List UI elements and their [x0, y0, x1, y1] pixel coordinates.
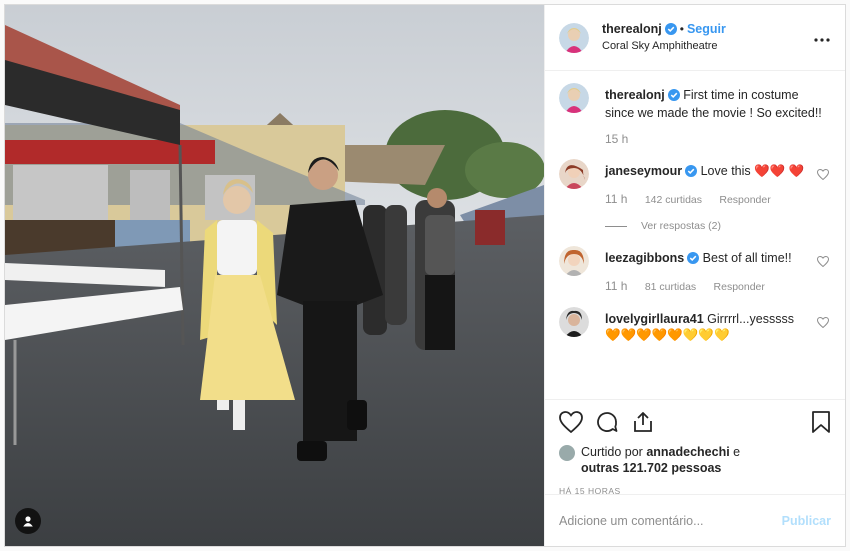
- caption: therealonj First time in costume since w…: [559, 83, 831, 147]
- comment-input[interactable]: Adicione um comentário...: [559, 514, 782, 528]
- post-header: therealonj • Seguir Coral Sky Amphitheatre: [545, 5, 845, 71]
- liker-avatar[interactable]: [559, 445, 575, 461]
- liked-by-prefix: Curtido por: [581, 445, 647, 459]
- comments-list: therealonj First time in costume since w…: [545, 71, 845, 399]
- post-actions: Curtido por annadechechi e outras 121.70…: [545, 399, 845, 496]
- comment-meta: 11 h 142 curtidas Responder: [605, 191, 817, 208]
- post-photo[interactable]: [5, 5, 544, 546]
- divider-line: [605, 225, 627, 227]
- separator: •: [679, 21, 684, 36]
- comment-time[interactable]: 11 h: [605, 192, 627, 206]
- comment-time[interactable]: 11 h: [605, 279, 627, 293]
- person-icon: [23, 516, 33, 527]
- caption-body: therealonj First time in costume since w…: [605, 87, 831, 147]
- view-replies-button[interactable]: Ver respostas (2): [605, 218, 817, 234]
- comment-body: leezagibbons Best of all time!! 11 h 81 …: [605, 250, 817, 295]
- publish-button[interactable]: Publicar: [782, 514, 831, 528]
- comment-username[interactable]: lovelygirllaura41: [605, 312, 704, 326]
- comment-icon[interactable]: [595, 410, 619, 437]
- bookmark-icon[interactable]: [811, 410, 831, 437]
- comment-likes[interactable]: 142 curtidas: [645, 194, 702, 206]
- likes-summary: Curtido por annadechechi e outras 121.70…: [559, 444, 831, 476]
- comment: leezagibbons Best of all time!! 11 h 81 …: [559, 246, 831, 295]
- user-tag-icon[interactable]: [15, 508, 41, 534]
- comment: lovelygirllaura41 Girrrrl...yesssss 🧡🧡🧡🧡…: [559, 307, 831, 343]
- caption-time[interactable]: 15 h: [605, 132, 628, 146]
- comment-likes[interactable]: 81 curtidas: [645, 281, 696, 293]
- avatar[interactable]: [559, 83, 589, 113]
- reply-button[interactable]: Responder: [719, 194, 770, 206]
- verified-badge-icon: [664, 22, 677, 39]
- caption-meta: 15 h: [605, 131, 831, 147]
- header-text: therealonj • Seguir Coral Sky Amphitheatre: [602, 22, 813, 54]
- comment-username[interactable]: leezagibbons: [605, 251, 684, 265]
- more-options-icon[interactable]: [813, 31, 831, 45]
- verified-badge-icon: [685, 165, 698, 181]
- comment-like-icon[interactable]: [817, 311, 831, 343]
- avatar[interactable]: [559, 159, 589, 189]
- comment-text: Best of all time!!: [702, 251, 792, 265]
- comment-username[interactable]: janeseymour: [605, 164, 682, 178]
- liked-by-user[interactable]: annadechechi: [646, 445, 729, 459]
- comment-emoji: 🧡🧡🧡🧡🧡💛💛💛: [605, 328, 730, 342]
- comment-meta: 11 h 81 curtidas Responder: [605, 278, 817, 295]
- follow-button[interactable]: Seguir: [687, 22, 726, 36]
- comment-text: Love this ❤️❤️ ❤️: [700, 164, 805, 178]
- comment-body: janeseymour Love this ❤️❤️ ❤️ 11 h 142 c…: [605, 163, 817, 234]
- verified-badge-icon: [687, 252, 700, 268]
- instagram-post: therealonj • Seguir Coral Sky Amphitheatre…: [4, 4, 846, 547]
- comment-like-icon[interactable]: [817, 163, 831, 234]
- avatar[interactable]: [559, 246, 589, 276]
- header-username[interactable]: therealonj: [602, 22, 662, 36]
- reply-button[interactable]: Responder: [714, 281, 765, 293]
- likes-text: Curtido por annadechechi e outras 121.70…: [581, 444, 740, 476]
- view-replies-label: Ver respostas (2): [641, 220, 721, 232]
- liked-by-suffix: e: [729, 445, 741, 459]
- avatar[interactable]: [559, 307, 589, 337]
- caption-username[interactable]: therealonj: [605, 88, 665, 102]
- add-comment-bar: Adicione um comentário... Publicar: [545, 494, 845, 546]
- share-icon[interactable]: [631, 410, 655, 437]
- avatar[interactable]: [559, 22, 589, 53]
- comment: janeseymour Love this ❤️❤️ ❤️ 11 h 142 c…: [559, 159, 831, 234]
- comment-body: lovelygirllaura41 Girrrrl...yesssss 🧡🧡🧡🧡…: [605, 311, 817, 343]
- post-side-panel: therealonj • Seguir Coral Sky Amphitheatre…: [544, 5, 845, 546]
- heart-icon[interactable]: [559, 410, 583, 436]
- liked-by-others[interactable]: outras 121.702 pessoas: [581, 461, 721, 475]
- verified-badge-icon: [667, 89, 680, 105]
- comment-text: Girrrrl...yesssss: [707, 312, 794, 326]
- avatar-image: [559, 22, 589, 53]
- action-icons: [559, 408, 831, 438]
- location-link[interactable]: Coral Sky Amphitheatre: [602, 39, 813, 54]
- photo-illustration: [5, 5, 544, 546]
- comment-like-icon[interactable]: [817, 250, 831, 295]
